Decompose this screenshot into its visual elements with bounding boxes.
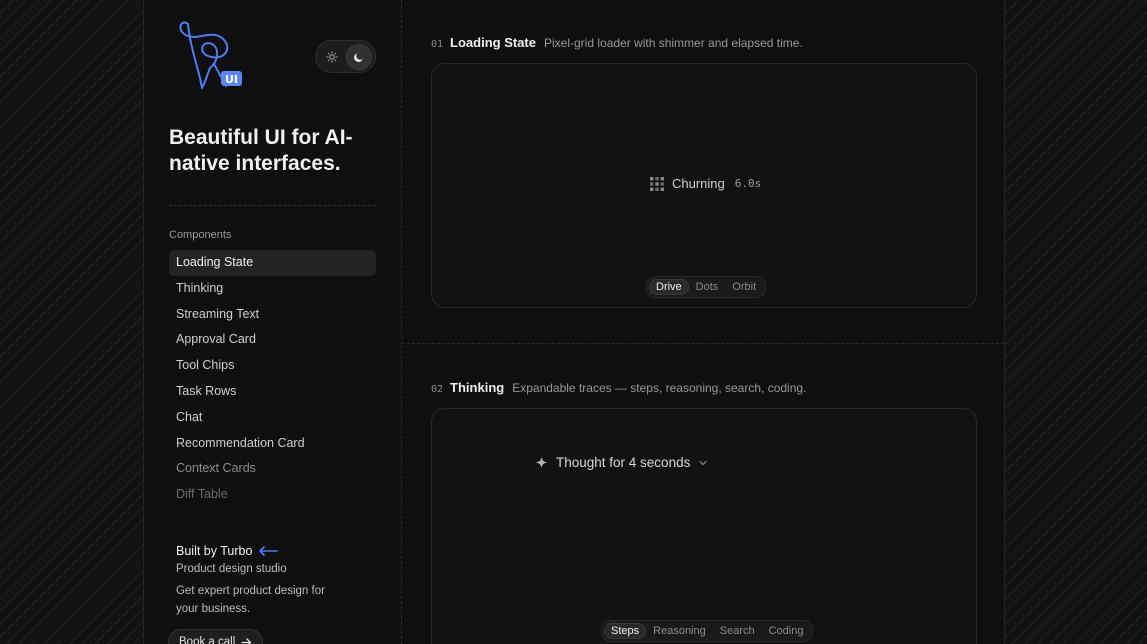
loader-status-text: Churning xyxy=(672,176,725,191)
arrow-left-icon xyxy=(259,546,279,556)
tab-reasoning[interactable]: Reasoning xyxy=(646,623,713,639)
nav-item-context-cards[interactable]: Context Cards xyxy=(169,456,376,482)
thought-duration-text: Thought for 4 seconds xyxy=(556,455,691,470)
section-title: Loading State xyxy=(450,35,536,50)
promo-title[interactable]: Built by Turbo xyxy=(176,544,356,558)
loading-state-demo-card: Churning 6.0s Drive Dots Orbit xyxy=(431,63,977,308)
loader-variant-tabs: Drive Dots Orbit xyxy=(646,276,767,298)
promo-subtitle: Product design studio xyxy=(176,563,287,575)
page-headline: Beautiful UI for AI-native interfaces. xyxy=(169,126,353,175)
promo-title-text: Built by Turbo xyxy=(176,544,253,558)
tab-dots[interactable]: Dots xyxy=(689,279,726,295)
sun-icon xyxy=(326,51,338,63)
components-nav: Loading State Thinking Streaming Text Ap… xyxy=(169,250,376,534)
tab-search[interactable]: Search xyxy=(713,623,762,639)
section-divider xyxy=(402,343,1004,344)
nav-item-recommendation-card[interactable]: Recommendation Card xyxy=(169,431,376,457)
light-mode-button[interactable] xyxy=(319,44,345,70)
nav-item-chat[interactable]: Chat xyxy=(169,405,376,431)
theme-toggle[interactable] xyxy=(315,40,376,73)
elapsed-time: 6.0s xyxy=(734,177,762,190)
arrow-right-icon xyxy=(241,637,252,644)
book-call-label: Book a call xyxy=(179,636,236,644)
tab-orbit[interactable]: Orbit xyxy=(725,279,763,295)
nav-item-faded[interactable] xyxy=(169,508,376,534)
loader-status: Churning 6.0s xyxy=(650,176,761,191)
section-thinking-header: 02 Thinking Expandable traces — steps, r… xyxy=(431,380,806,395)
nav-item-loading-state[interactable]: Loading State xyxy=(169,250,376,276)
promo-description: Get expert product design for your busin… xyxy=(176,585,325,615)
section-number: 02 xyxy=(431,384,444,395)
sidebar-divider xyxy=(169,205,376,206)
section-loading-state-header: 01 Loading State Pixel-grid loader with … xyxy=(431,35,803,50)
chevron-down-icon xyxy=(699,460,707,465)
nav-item-task-rows[interactable]: Task Rows xyxy=(169,379,376,405)
thinking-variant-tabs: Steps Reasoning Search Coding xyxy=(601,620,814,642)
tab-coding[interactable]: Coding xyxy=(762,623,811,639)
page-frame: UI Beautiful UI for AI-native interfaces… xyxy=(143,0,1005,644)
section-title: Thinking xyxy=(450,380,505,395)
moon-icon xyxy=(354,53,363,62)
dark-mode-button[interactable] xyxy=(346,44,372,70)
book-call-button[interactable]: Book a call xyxy=(168,629,264,644)
pixel-grid-icon xyxy=(650,176,664,191)
components-label: Components xyxy=(169,229,232,241)
thinking-demo-card: Thought for 4 seconds Steps Reasoning Se… xyxy=(431,408,977,644)
nav-item-streaming-text[interactable]: Streaming Text xyxy=(169,302,376,328)
sidebar: UI Beautiful UI for AI-native interfaces… xyxy=(144,0,402,644)
section-number: 01 xyxy=(431,39,444,50)
tab-steps[interactable]: Steps xyxy=(604,623,647,639)
nav-item-thinking[interactable]: Thinking xyxy=(169,276,376,302)
section-description: Pixel-grid loader with shimmer and elaps… xyxy=(544,36,803,50)
nav-item-approval-card[interactable]: Approval Card xyxy=(169,327,376,353)
logo-badge-text: UI xyxy=(225,73,238,86)
sparkle-icon xyxy=(535,456,548,469)
tab-drive[interactable]: Drive xyxy=(649,279,689,295)
thought-toggle[interactable]: Thought for 4 seconds xyxy=(535,455,708,470)
brand-logo[interactable]: UI xyxy=(178,18,244,92)
nav-item-tool-chips[interactable]: Tool Chips xyxy=(169,353,376,379)
logo-icon: UI xyxy=(179,21,242,89)
promo-block: Built by Turbo Product design studio Get… xyxy=(176,544,356,618)
section-description: Expandable traces — steps, reasoning, se… xyxy=(512,381,807,395)
nav-item-diff-table[interactable]: Diff Table xyxy=(169,482,376,508)
